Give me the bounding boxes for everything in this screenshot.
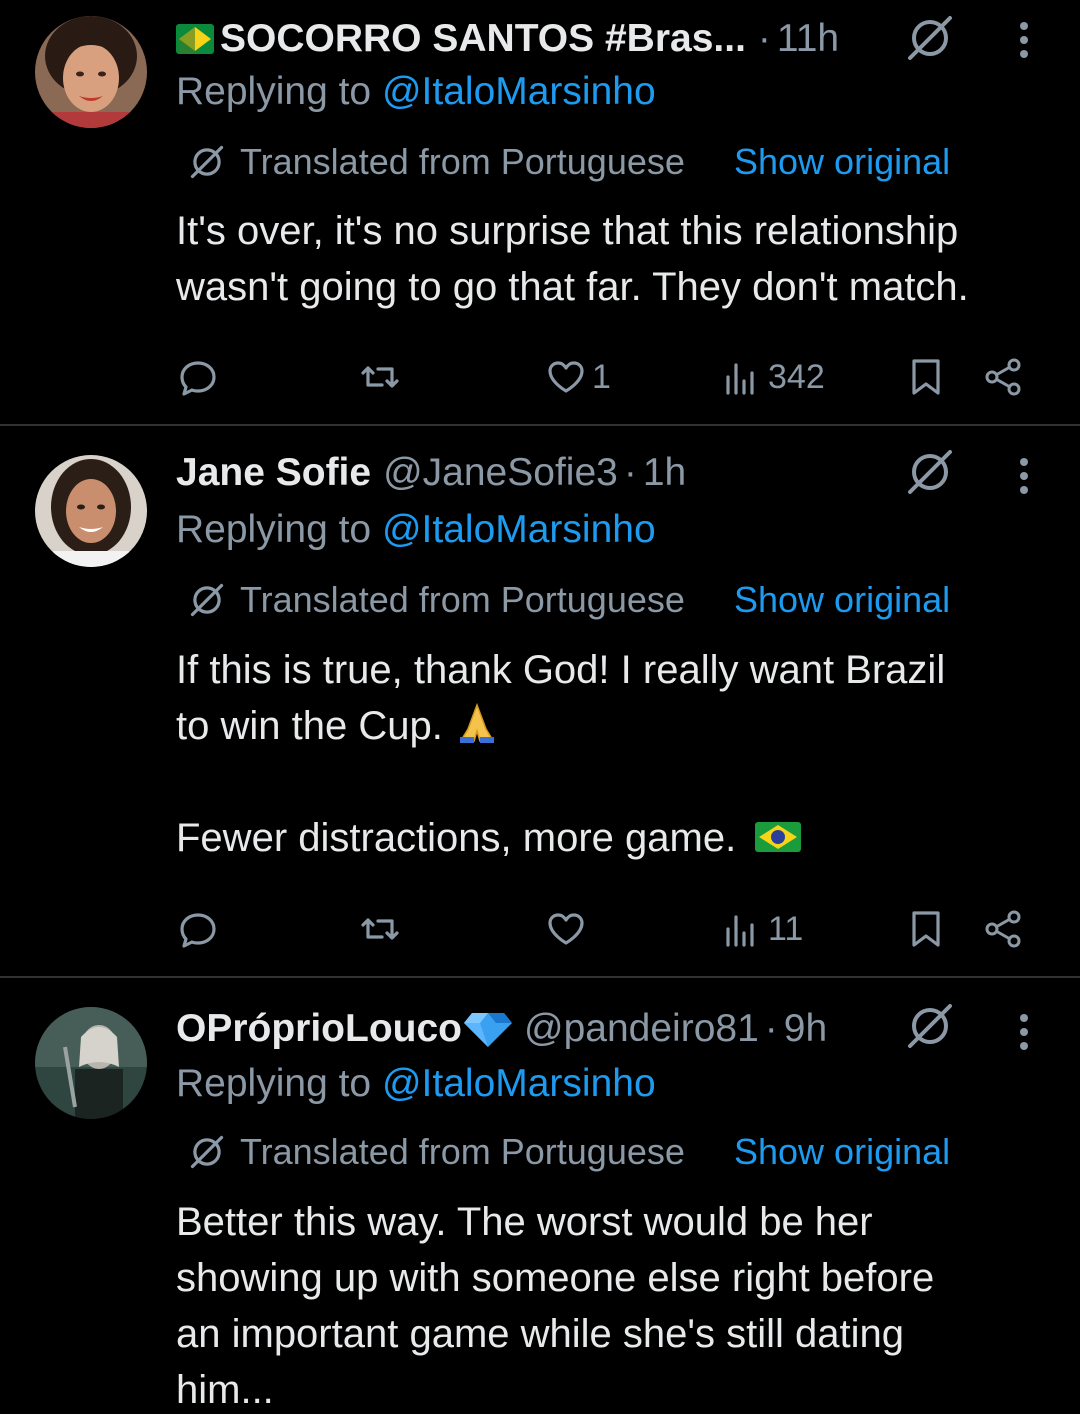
- brazil-flag-badge-icon: [176, 24, 214, 54]
- bookmark-button[interactable]: [904, 904, 948, 954]
- grok-icon: [190, 145, 224, 179]
- grok-icon: [190, 583, 224, 617]
- replying-to-line: Replying to @ItaloMarsinho: [176, 508, 656, 552]
- share-button[interactable]: [982, 904, 1026, 954]
- replying-label: Replying to: [176, 508, 382, 551]
- retweet-button[interactable]: [358, 352, 402, 402]
- views-button[interactable]: 11: [720, 904, 803, 954]
- separator-dot: ·: [764, 1007, 778, 1050]
- tweet-text-line: to win the Cup.: [176, 698, 1056, 754]
- author-name[interactable]: OPróprioLouco: [176, 1007, 462, 1051]
- more-icon[interactable]: [1010, 452, 1038, 500]
- share-button[interactable]: [982, 352, 1026, 402]
- action-bar: 11: [0, 904, 1080, 954]
- tweet-header: SOCORRO SANTOS #Bras... · 11h: [176, 14, 839, 64]
- timestamp[interactable]: 1h: [643, 451, 686, 495]
- like-button[interactable]: [544, 904, 592, 954]
- retweet-button[interactable]: [358, 904, 402, 954]
- views-icon: [726, 363, 754, 395]
- more-icon[interactable]: [1010, 1008, 1038, 1056]
- timestamp[interactable]: 9h: [784, 1007, 827, 1051]
- action-bar: 1 342: [0, 352, 1080, 402]
- folded-hands-emoji-icon: [459, 702, 494, 743]
- separator-dot: ·: [757, 17, 771, 60]
- tweet-header: OPróprioLouco @pandeiro81 · 9h: [176, 1004, 827, 1054]
- tweet-3[interactable]: OPróprioLouco @pandeiro81 · 9h Replying …: [0, 978, 1080, 1414]
- avatar[interactable]: [35, 1007, 147, 1119]
- tweet-text-line: Fewer distractions, more game.: [176, 810, 1056, 866]
- avatar[interactable]: [35, 455, 147, 567]
- author-name[interactable]: Jane Sofie: [176, 451, 371, 495]
- tweet-text-line: him...: [176, 1368, 274, 1412]
- tweet-2[interactable]: Jane Sofie @JaneSofie3 · 1h Replying to …: [0, 426, 1080, 976]
- replying-to-line: Replying to @ItaloMarsinho: [176, 70, 656, 114]
- show-original-link[interactable]: Show original: [734, 579, 950, 621]
- timestamp[interactable]: 11h: [777, 17, 839, 61]
- author-handle[interactable]: @JaneSofie3: [383, 451, 618, 495]
- tweet-text-line: Better this way. The worst would be her: [176, 1200, 873, 1244]
- share-icon: [985, 358, 1021, 396]
- tweet-text-line: showing up with someone else right befor…: [176, 1256, 935, 1300]
- heart-icon: [548, 361, 584, 393]
- like-button[interactable]: 1: [544, 352, 611, 402]
- view-count: 11: [768, 909, 804, 948]
- grok-icon[interactable]: [904, 1000, 956, 1052]
- heart-icon: [548, 913, 584, 945]
- tweet-text-line: If this is true, thank God! I really wan…: [176, 648, 946, 692]
- tweet-text-line: It's over, it's no surprise that this re…: [176, 209, 959, 253]
- grok-icon: [190, 1135, 224, 1169]
- bookmark-icon: [912, 911, 940, 947]
- translated-label: Translated from Portuguese: [240, 1131, 685, 1172]
- show-original-link[interactable]: Show original: [734, 141, 950, 183]
- translated-line: Translated from Portuguese: [186, 579, 685, 621]
- views-icon: [726, 915, 754, 947]
- reply-button[interactable]: [176, 352, 220, 402]
- brazil-flag-emoji-icon: [755, 822, 802, 852]
- replying-label: Replying to: [176, 1062, 382, 1105]
- view-count: 342: [768, 357, 825, 396]
- translated-label: Translated from Portuguese: [240, 579, 685, 620]
- more-icon[interactable]: [1010, 16, 1038, 64]
- tweet-header: Jane Sofie @JaneSofie3 · 1h: [176, 448, 686, 498]
- reply-button[interactable]: [176, 904, 220, 954]
- translated-line: Translated from Portuguese: [186, 1131, 685, 1173]
- reply-icon: [180, 361, 216, 396]
- mention-link[interactable]: @ItaloMarsinho: [382, 508, 656, 551]
- author-name[interactable]: SOCORRO SANTOS #Bras...: [220, 17, 746, 61]
- tweet-text-line: an important game while she's still dati…: [176, 1312, 905, 1356]
- grok-icon[interactable]: [904, 446, 956, 498]
- bookmark-icon: [912, 359, 940, 395]
- reply-icon: [180, 913, 216, 948]
- mention-link[interactable]: @ItaloMarsinho: [382, 70, 656, 113]
- tweet-1[interactable]: SOCORRO SANTOS #Bras... · 11h Replying t…: [0, 0, 1080, 424]
- translated-label: Translated from Portuguese: [240, 141, 685, 182]
- author-handle[interactable]: @pandeiro81: [524, 1007, 759, 1051]
- tweet-text-span: Fewer distractions, more game.: [176, 816, 737, 860]
- show-original-link[interactable]: Show original: [734, 1131, 950, 1173]
- separator-dot: ·: [623, 451, 637, 494]
- share-icon: [985, 910, 1021, 948]
- retweet-icon: [361, 366, 399, 388]
- avatar[interactable]: [35, 16, 147, 128]
- tweet-text-line: wasn't going to go that far. They don't …: [176, 265, 969, 309]
- tweet-text: It's over, it's no surprise that this re…: [176, 203, 1056, 315]
- replying-to-line: Replying to @ItaloMarsinho: [176, 1062, 656, 1106]
- translated-line: Translated from Portuguese: [186, 141, 685, 183]
- tweet-text-span: to win the Cup.: [176, 704, 443, 748]
- reply-feed: SOCORRO SANTOS #Bras... · 11h Replying t…: [0, 0, 1080, 1414]
- retweet-icon: [361, 918, 399, 940]
- tweet-text: If this is true, thank God! I really wan…: [176, 642, 1056, 866]
- views-button[interactable]: 342: [720, 352, 825, 402]
- diamond-emoji-icon: [464, 1013, 512, 1047]
- tweet-text: Better this way. The worst would be her …: [176, 1194, 1056, 1414]
- replying-label: Replying to: [176, 70, 382, 113]
- mention-link[interactable]: @ItaloMarsinho: [382, 1062, 656, 1105]
- bookmark-button[interactable]: [904, 352, 948, 402]
- like-count: 1: [592, 357, 611, 396]
- grok-icon[interactable]: [904, 12, 956, 64]
